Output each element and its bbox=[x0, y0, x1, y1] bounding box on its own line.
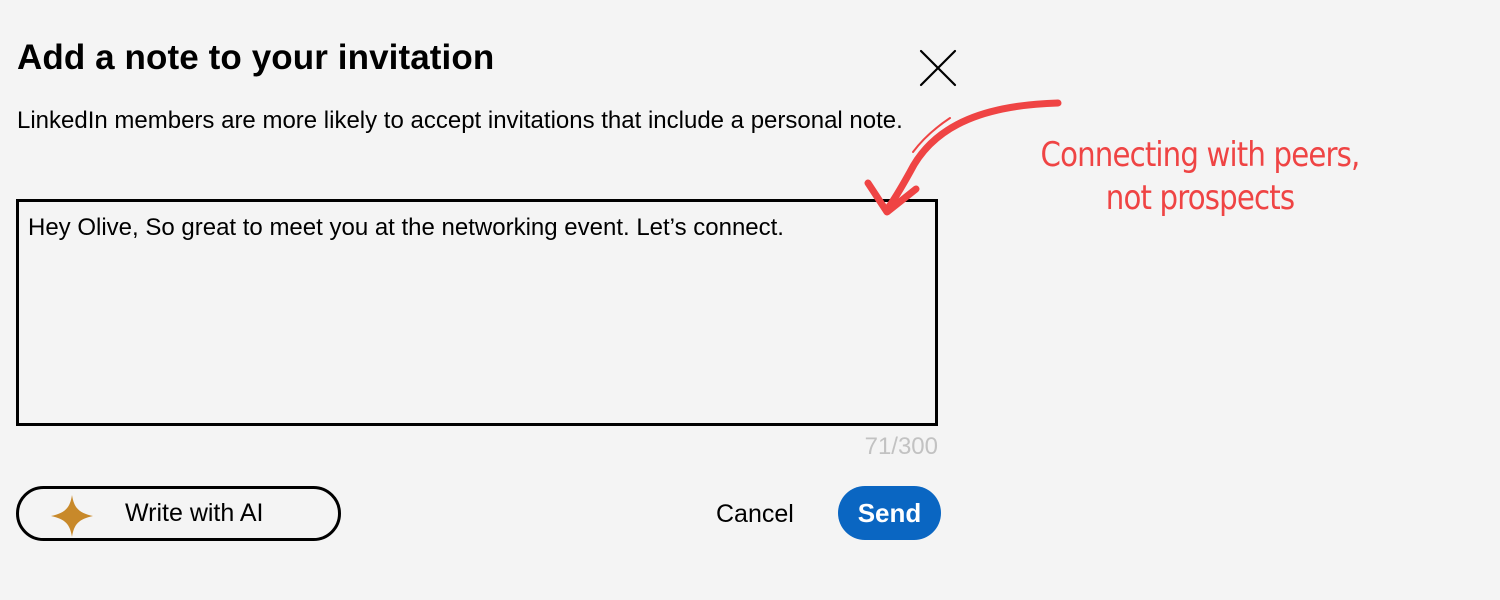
curved-arrow-icon bbox=[864, 99, 1062, 216]
annotation-line-2: not prospects bbox=[1105, 178, 1295, 218]
annotation-note: Connecting with peers, not prospects bbox=[1028, 134, 1372, 220]
annotation-line-1: Connecting with peers, bbox=[1040, 135, 1361, 175]
